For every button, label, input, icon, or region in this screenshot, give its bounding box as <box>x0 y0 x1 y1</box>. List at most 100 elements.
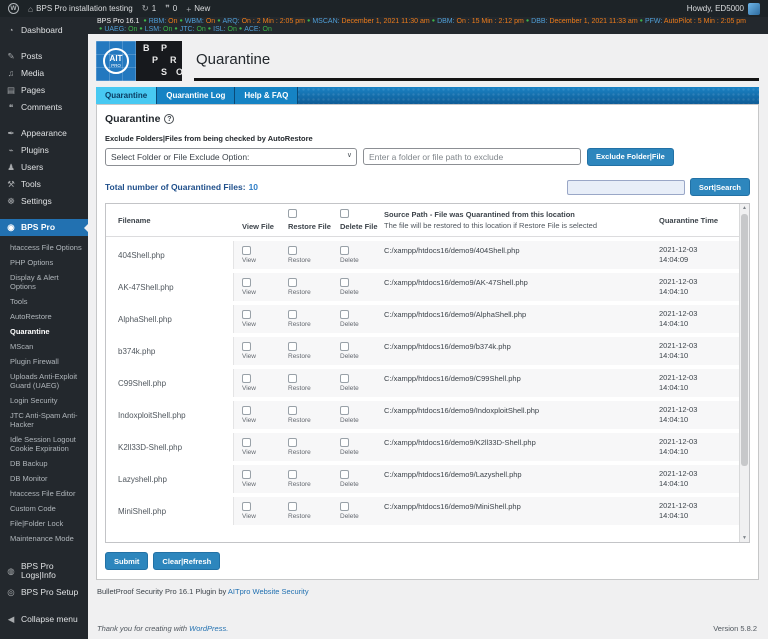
admin-body: ◔ Dashboard ✎ Posts ♫ Media ▤ Pages ❝ Co… <box>0 17 768 639</box>
exclude-option-select[interactable]: Select Folder or File Exclude Option: <box>105 148 357 166</box>
sidebar-item-appearance[interactable]: ✒ Appearance <box>0 125 88 142</box>
restore-checkbox[interactable] <box>288 246 297 255</box>
status-segment: ● RBM: On <box>143 18 178 25</box>
submenu-item[interactable]: DB Backup <box>0 456 88 471</box>
sidebar-item-dashboard[interactable]: ◔ Dashboard <box>0 22 88 39</box>
select-all-restore-checkbox[interactable] <box>288 209 297 218</box>
restore-checkbox[interactable] <box>288 470 297 479</box>
updates-link[interactable]: ↻ 1 <box>142 3 157 14</box>
avatar[interactable] <box>748 2 760 15</box>
restore-checkbox[interactable] <box>288 438 297 447</box>
comments-link[interactable]: ❞ 0 <box>165 3 177 14</box>
submenu-item-quarantine[interactable]: Quarantine <box>0 324 88 339</box>
view-checkbox[interactable] <box>242 278 251 287</box>
submenu-item[interactable]: JTC Anti-Spam Anti-Hacker <box>0 408 88 432</box>
restore-label: Restore <box>288 385 311 392</box>
restore-checkbox[interactable] <box>288 406 297 415</box>
submenu-item[interactable]: MScan <box>0 339 88 354</box>
view-checkbox[interactable] <box>242 342 251 351</box>
sort-search-button[interactable]: Sort|Search <box>689 178 750 196</box>
view-checkbox[interactable] <box>242 438 251 447</box>
view-checkbox[interactable] <box>242 406 251 415</box>
restore-checkbox[interactable] <box>288 310 297 319</box>
source-path-cell: C:/xampp/htdocs16/demo9/Lazyshell.php <box>384 465 659 493</box>
tab-help-faq[interactable]: Help & FAQ <box>235 87 299 104</box>
restore-checkbox[interactable] <box>288 502 297 511</box>
delete-cell: Delete <box>332 273 384 301</box>
wordpress-logo-icon[interactable]: W <box>8 3 19 14</box>
delete-checkbox[interactable] <box>340 438 349 447</box>
view-checkbox[interactable] <box>242 246 251 255</box>
table-scrollbar[interactable]: ▲ ▼ <box>739 204 749 542</box>
wordpress-link[interactable]: WordPress. <box>189 624 228 633</box>
submenu-item[interactable]: htaccess File Options <box>0 240 88 255</box>
tab-quarantine[interactable]: Quarantine <box>96 87 158 104</box>
filename-cell: 404Shell.php <box>106 241 234 269</box>
delete-checkbox[interactable] <box>340 406 349 415</box>
help-question-icon[interactable]: ? <box>164 114 175 124</box>
aitpro-link[interactable]: AITpro Website Security <box>228 587 309 596</box>
view-checkbox[interactable] <box>242 374 251 383</box>
quarantine-time-cell: 2021-12-03 14:04:10 <box>659 305 739 333</box>
scrollbar-thumb[interactable] <box>741 214 748 466</box>
site-name-link[interactable]: ⌂ BPS Pro installation testing <box>28 4 133 14</box>
sidebar-item-settings[interactable]: ☸ Settings <box>0 193 88 210</box>
delete-checkbox[interactable] <box>340 310 349 319</box>
sidebar-item-bps-pro[interactable]: ◉ BPS Pro <box>0 219 88 236</box>
sidebar-item-media[interactable]: ♫ Media <box>0 65 88 82</box>
sidebar-item-tools[interactable]: ⚒ Tools <box>0 176 88 193</box>
restore-checkbox[interactable] <box>288 342 297 351</box>
delete-checkbox[interactable] <box>340 246 349 255</box>
sidebar-item-plugins[interactable]: ⌁ Plugins <box>0 142 88 159</box>
delete-checkbox[interactable] <box>340 470 349 479</box>
submenu-item[interactable]: Custom Code <box>0 501 88 516</box>
submenu-item[interactable]: Display & Alert Options <box>0 270 88 294</box>
exclude-path-input[interactable] <box>363 148 581 165</box>
delete-checkbox[interactable] <box>340 342 349 351</box>
sidebar-item-comments[interactable]: ❝ Comments <box>0 99 88 116</box>
clear-refresh-button[interactable]: Clear|Refresh <box>153 552 221 570</box>
submenu-item[interactable]: Idle Session Logout Cookie Expiration <box>0 432 88 456</box>
submenu-item[interactable]: AutoRestore <box>0 309 88 324</box>
sidebar-item-posts[interactable]: ✎ Posts <box>0 48 88 65</box>
restore-checkbox[interactable] <box>288 278 297 287</box>
sidebar-item-bps-logs[interactable]: ◍ BPS Pro Logs|Info <box>0 558 88 584</box>
submenu-item[interactable]: Tools <box>0 294 88 309</box>
menu-separator <box>0 210 88 219</box>
quarantine-clock: 14:04:10 <box>659 383 689 392</box>
select-all-delete-checkbox[interactable] <box>340 209 349 218</box>
exclude-folder-file-button[interactable]: Exclude Folder|File <box>587 147 674 166</box>
view-checkbox[interactable] <box>242 310 251 319</box>
sidebar-item-pages[interactable]: ▤ Pages <box>0 82 88 99</box>
submenu-item[interactable]: Maintenance Mode <box>0 531 88 546</box>
submenu-item[interactable]: File|Folder Lock <box>0 516 88 531</box>
posts-icon: ✎ <box>7 51 15 61</box>
tab-quarantine-log[interactable]: Quarantine Log <box>157 87 236 104</box>
delete-checkbox[interactable] <box>340 278 349 287</box>
restore-checkbox[interactable] <box>288 374 297 383</box>
scroll-up-icon[interactable]: ▲ <box>742 205 747 211</box>
sidebar-item-bps-setup[interactable]: ◎ BPS Pro Setup <box>0 584 88 601</box>
status-segment: ● UAEG: On <box>99 25 138 33</box>
sidebar-item-users[interactable]: ♟ Users <box>0 159 88 176</box>
submit-button[interactable]: Submit <box>105 552 149 570</box>
submenu-item[interactable]: PHP Options <box>0 255 88 270</box>
submenu-item[interactable]: Plugin Firewall <box>0 354 88 369</box>
view-checkbox[interactable] <box>242 502 251 511</box>
submenu-item[interactable]: htaccess File Editor <box>0 486 88 501</box>
submenu-item[interactable]: Login Security <box>0 393 88 408</box>
delete-checkbox[interactable] <box>340 374 349 383</box>
view-checkbox[interactable] <box>242 470 251 479</box>
quarantine-time-cell: 2021-12-03 14:04:10 <box>659 433 739 461</box>
scroll-down-icon[interactable]: ▼ <box>742 535 747 541</box>
howdy-link[interactable]: Howdy, ED5000 <box>687 4 744 13</box>
submenu-item[interactable]: Uploads Anti-Exploit Guard (UAEG) <box>0 369 88 393</box>
submenu-item[interactable]: DB Monitor <box>0 471 88 486</box>
filename-cell: AK-47Shell.php <box>106 273 234 301</box>
comments-icon: ❝ <box>8 102 14 112</box>
status-bullet-icon: ● <box>179 18 183 24</box>
sort-search-input[interactable] <box>566 179 685 195</box>
new-content-link[interactable]: + New <box>186 4 210 14</box>
delete-checkbox[interactable] <box>340 502 349 511</box>
collapse-menu-button[interactable]: ◀ Collapse menu <box>0 611 88 628</box>
